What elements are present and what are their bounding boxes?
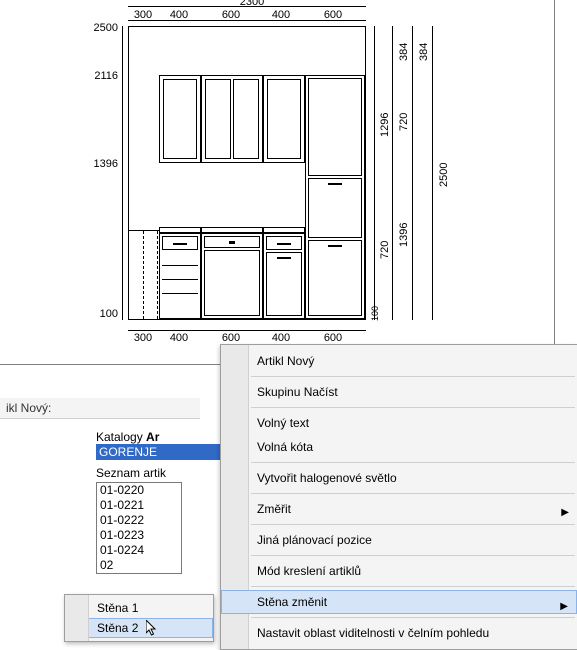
list-item[interactable]: 01-0221 bbox=[97, 498, 181, 513]
menu-separator bbox=[251, 524, 575, 525]
dim-top-seg4: 400 bbox=[260, 9, 302, 21]
dim-r-1296: 1296 bbox=[379, 90, 391, 160]
list-item[interactable]: 02 bbox=[97, 558, 181, 573]
dim-r-100: 100 bbox=[370, 300, 380, 326]
menu-skupinu-nacist[interactable]: Skupinu Načíst bbox=[221, 380, 577, 404]
wall-submenu: Stěna 1 Stěna 2 bbox=[64, 594, 214, 642]
dim-top-seg5: 600 bbox=[302, 9, 364, 21]
menu-jina-pozice[interactable]: Jiná plánovací pozice bbox=[221, 528, 577, 552]
menu-halogen[interactable]: Vytvořit halogenové světlo bbox=[221, 466, 577, 490]
menu-volna-kota[interactable]: Volná kóta bbox=[221, 435, 577, 459]
list-label: Seznam artik bbox=[96, 466, 222, 480]
dim-bot-seg1: 300 bbox=[126, 332, 160, 344]
menu-separator bbox=[251, 617, 575, 618]
dim-r-384a: 384 bbox=[398, 32, 410, 72]
dim-r-384b: 384 bbox=[418, 32, 430, 72]
dim-left-100: 100 bbox=[84, 308, 118, 320]
menu-zmerit[interactable]: Změřit▶ bbox=[221, 497, 577, 521]
dim-left-2500: 2500 bbox=[78, 22, 118, 34]
dim-r-1396: 1396 bbox=[398, 200, 410, 270]
menu-separator bbox=[251, 555, 575, 556]
submenu-arrow-icon: ▶ bbox=[561, 504, 569, 522]
dim-r-720b: 720 bbox=[379, 220, 391, 280]
dim-total-width: 2300 bbox=[222, 0, 282, 8]
dim-bot-seg5: 600 bbox=[302, 332, 364, 344]
menu-separator bbox=[251, 493, 575, 494]
menu-stena-zmenit[interactable]: Stěna změnit▶ bbox=[221, 590, 577, 614]
panel-title: ikl Nový: bbox=[0, 398, 200, 419]
menu-viditelnost[interactable]: Nastavit oblast viditelnosti v čelním po… bbox=[221, 621, 577, 645]
list-item[interactable]: 01-0223 bbox=[97, 528, 181, 543]
dim-top-seg2: 400 bbox=[158, 9, 200, 21]
wall-elevation[interactable] bbox=[128, 26, 366, 320]
menu-mod-kresleni[interactable]: Mód kreslení artiklů bbox=[221, 559, 577, 583]
menu-volny-text[interactable]: Volný text bbox=[221, 411, 577, 435]
katalog-selected[interactable]: GORENJE bbox=[96, 444, 222, 460]
context-menu: Artikl Nový Skupinu Načíst Volný text Vo… bbox=[220, 344, 577, 650]
article-listbox[interactable]: 01-0220 01-0221 01-0222 01-0223 01-0224 … bbox=[96, 482, 182, 574]
list-item[interactable]: 01-0224 bbox=[97, 543, 181, 558]
dim-left-1396: 1396 bbox=[78, 158, 118, 170]
menu-separator bbox=[251, 462, 575, 463]
dim-r-720a: 720 bbox=[398, 92, 410, 152]
drawing-canvas: 2300 300 400 600 400 600 2500 2116 1396 … bbox=[0, 0, 577, 380]
submenu-arrow-icon: ▶ bbox=[560, 598, 568, 616]
menu-artikl-novy[interactable]: Artikl Nový bbox=[221, 349, 577, 373]
dim-top-seg3: 600 bbox=[200, 9, 262, 21]
katalog-label: Katalogy Ar bbox=[96, 430, 222, 444]
dim-top-seg1: 300 bbox=[126, 9, 160, 21]
list-item[interactable]: 01-0220 bbox=[97, 483, 181, 498]
menu-separator bbox=[251, 407, 575, 408]
dim-bot-seg4: 400 bbox=[260, 332, 302, 344]
dim-r-2500: 2500 bbox=[438, 140, 450, 210]
dim-bot-seg2: 400 bbox=[158, 332, 200, 344]
dim-left-2116: 2116 bbox=[78, 70, 118, 82]
menu-separator bbox=[251, 586, 575, 587]
list-item[interactable]: 01-0222 bbox=[97, 513, 181, 528]
dim-bot-seg3: 600 bbox=[200, 332, 262, 344]
menu-separator bbox=[251, 376, 575, 377]
